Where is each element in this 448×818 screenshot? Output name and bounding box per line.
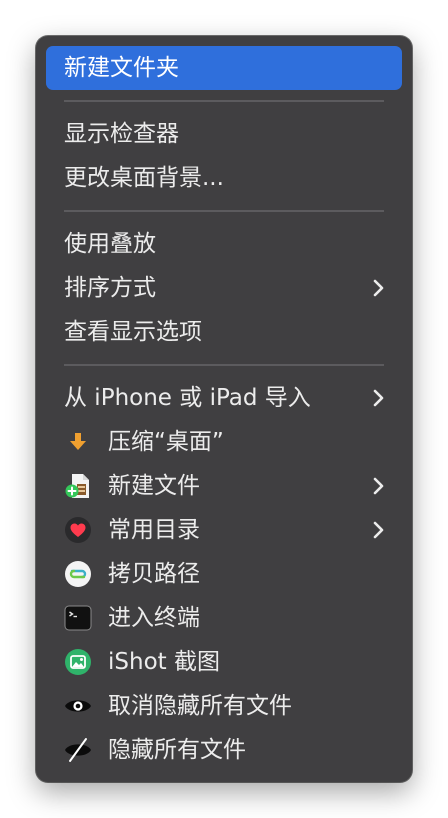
menu-item-open-terminal[interactable]: 进入终端 (46, 596, 402, 640)
eye-icon (64, 692, 92, 720)
menu-separator (64, 100, 384, 102)
menu-item-label: 隐藏所有文件 (108, 737, 246, 763)
menu-item-label: 查看显示选项 (64, 319, 202, 345)
eye-slash-icon (64, 736, 92, 764)
new-file-icon (64, 472, 92, 500)
menu-item-label: 新建文件 (108, 473, 200, 499)
menu-item-label: 拷贝路径 (108, 561, 200, 587)
menu-item-new-file[interactable]: 新建文件 (46, 464, 402, 508)
menu-item-sort-by[interactable]: 排序方式 (46, 266, 402, 310)
menu-item-label: 进入终端 (108, 605, 200, 631)
terminal-icon (64, 604, 92, 632)
chevron-right-icon (372, 521, 384, 539)
menu-item-label: 新建文件夹 (64, 55, 179, 81)
menu-item-label: iShot 截图 (108, 649, 220, 675)
chevron-right-icon (372, 279, 384, 297)
menu-item-label: 使用叠放 (64, 231, 156, 257)
menu-item-hide-all-files[interactable]: 隐藏所有文件 (46, 728, 402, 772)
menu-item-ishot-screenshot[interactable]: iShot 截图 (46, 640, 402, 684)
menu-item-copy-path[interactable]: 拷贝路径 (46, 552, 402, 596)
menu-item-label: 取消隐藏所有文件 (108, 693, 292, 719)
menu-separator (64, 364, 384, 366)
context-menu: 新建文件夹 显示检查器 更改桌面背景... 使用叠放 排序方式 查看显示选项 从… (36, 36, 412, 782)
menu-item-label: 显示检查器 (64, 121, 179, 147)
ishot-icon (64, 648, 92, 676)
menu-item-label: 常用目录 (108, 517, 200, 543)
copy-path-icon (64, 560, 92, 588)
chevron-right-icon (372, 389, 384, 407)
menu-item-show-inspector[interactable]: 显示检查器 (46, 112, 402, 156)
menu-item-label: 更改桌面背景... (64, 165, 224, 191)
heart-icon (64, 516, 92, 544)
menu-item-new-folder[interactable]: 新建文件夹 (46, 46, 402, 90)
menu-item-favorite-folders[interactable]: 常用目录 (46, 508, 402, 552)
menu-item-label: 排序方式 (64, 275, 156, 301)
chevron-right-icon (372, 477, 384, 495)
menu-item-compress-desktop[interactable]: 压缩“桌面” (46, 420, 402, 464)
menu-item-view-options[interactable]: 查看显示选项 (46, 310, 402, 354)
menu-separator (64, 210, 384, 212)
menu-item-change-desktop-background[interactable]: 更改桌面背景... (46, 156, 402, 200)
menu-item-import-from-iphone[interactable]: 从 iPhone 或 iPad 导入 (46, 376, 402, 420)
menu-item-label: 压缩“桌面” (108, 429, 224, 455)
compress-arrow-icon (64, 428, 92, 456)
menu-item-use-stacks[interactable]: 使用叠放 (46, 222, 402, 266)
menu-item-unhide-all-files[interactable]: 取消隐藏所有文件 (46, 684, 402, 728)
menu-item-label: 从 iPhone 或 iPad 导入 (64, 385, 311, 411)
